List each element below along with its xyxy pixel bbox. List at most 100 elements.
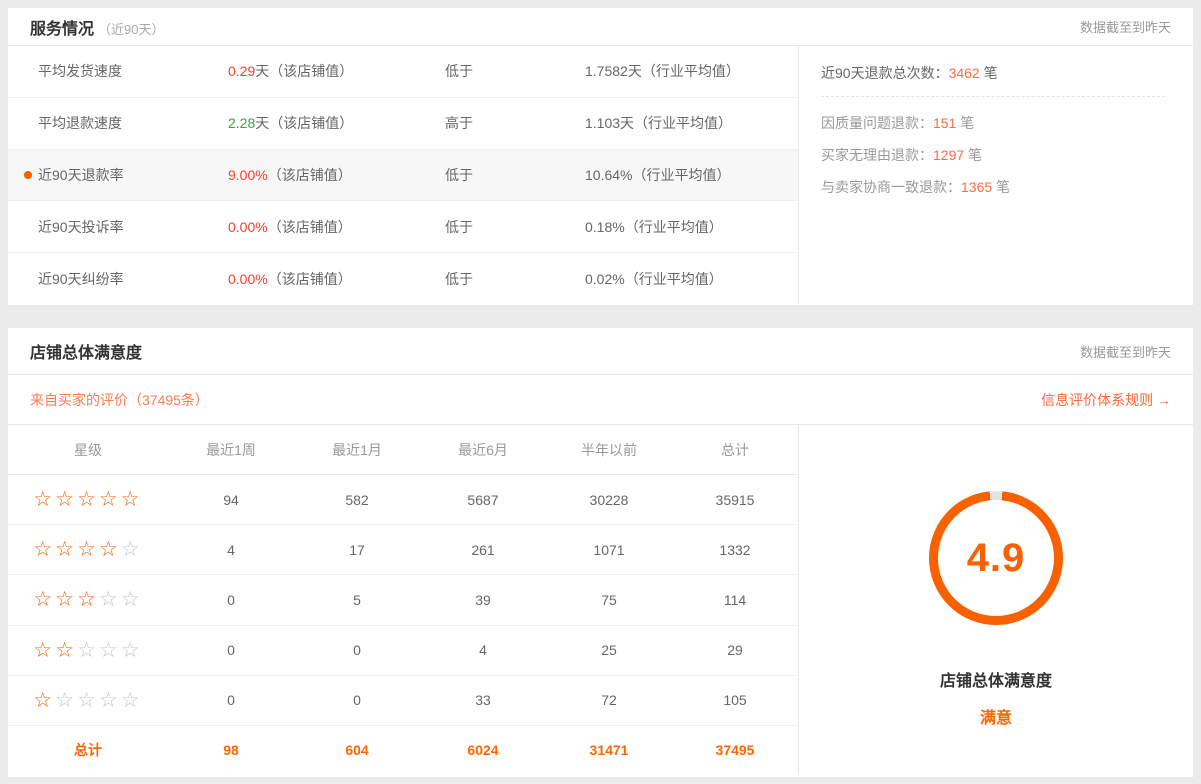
satisfaction-gauge-panel: 4.9 店铺总体满意度 满意 [798, 425, 1193, 775]
dashed-divider [821, 96, 1165, 97]
metric-comparison: 高于 [445, 113, 585, 133]
review-count: 39 [420, 592, 546, 608]
metric-label: 近90天投诉率 [38, 217, 228, 237]
review-count: 75 [546, 592, 672, 608]
satisfaction-score: 4.9 [967, 536, 1026, 581]
col-header-before-half-year: 半年以前 [546, 440, 672, 460]
metric-industry-value: 1.103天（行业平均值） [585, 113, 732, 133]
refund-item-value: 1297 [933, 147, 964, 163]
refund-item-value: 1365 [961, 179, 992, 195]
refund-item-label: 买家无理由退款： [821, 147, 933, 163]
refund-item-negotiated: 与卖家协商一致退款：1365 笔 [821, 177, 1165, 197]
review-count: 17 [294, 542, 420, 558]
metric-shop-value: 0.00% [228, 271, 268, 287]
review-count: 1071 [546, 542, 672, 558]
service-data-note: 数据截至到昨天 [1080, 17, 1171, 36]
review-count: 0 [168, 592, 294, 608]
review-row-3-star: ☆☆☆☆☆ 0 5 39 75 114 [8, 575, 798, 625]
service-section-title: 服务情况 [30, 21, 94, 38]
review-table: 星级 最近1周 最近1月 最近6月 半年以前 总计 ☆☆☆☆☆ 94 582 5… [8, 425, 798, 775]
review-count: 29 [672, 642, 798, 658]
star-rating-icon: ☆☆☆☆☆ [8, 489, 168, 510]
active-row-dot-icon [24, 171, 32, 179]
service-section-subtitle: （近90天） [98, 22, 164, 37]
review-count: 0 [168, 692, 294, 708]
refund-total: 近90天退款总次数：3462 笔 [821, 63, 1165, 83]
star-rating-icon: ☆☆☆☆☆ [8, 640, 168, 661]
reviews-band: 来自买家的评价（37495条） 信息评价体系规则 → [8, 375, 1193, 425]
metric-shop-value: 0.00% [228, 219, 268, 235]
service-title-group: 服务情况 （近90天） [30, 15, 164, 39]
review-count: 5 [294, 592, 420, 608]
review-count: 30228 [546, 492, 672, 508]
satisfaction-section-title: 店铺总体满意度 [30, 339, 142, 363]
metric-shop-suffix: 天（该店铺值） [255, 115, 353, 131]
service-section-header: 服务情况 （近90天） 数据截至到昨天 [8, 8, 1193, 46]
metric-row-complaint-rate[interactable]: 近90天投诉率 0.00%（该店铺值） 低于 0.18%（行业平均值） [8, 201, 798, 253]
buyer-reviews-count: 来自买家的评价（37495条） [30, 390, 209, 410]
review-count: 0 [168, 642, 294, 658]
review-count: 1332 [672, 542, 798, 558]
satisfaction-score-ring: 4.9 [929, 491, 1063, 625]
totals-count: 6024 [420, 742, 546, 758]
refund-total-label: 近90天退款总次数： [821, 65, 949, 81]
review-count: 582 [294, 492, 420, 508]
review-row-4-star: ☆☆☆☆☆ 4 17 261 1071 1332 [8, 525, 798, 575]
metric-industry-value: 0.18%（行业平均值） [585, 217, 723, 237]
review-count: 261 [420, 542, 546, 558]
metric-shop-value: 9.00% [228, 167, 268, 183]
refund-summary-panel: 近90天退款总次数：3462 笔 因质量问题退款：151 笔 买家无理由退款：1… [798, 46, 1193, 304]
metric-label: 近90天退款率 [38, 165, 228, 185]
totals-count: 37495 [672, 742, 798, 758]
metric-row-shipping-speed[interactable]: 平均发货速度 0.29天（该店铺值） 低于 1.7582天（行业平均值） [8, 46, 798, 98]
metric-industry-value: 10.64%（行业平均值） [585, 165, 730, 185]
refund-total-unit: 笔 [980, 65, 998, 81]
metric-shop-suffix: （该店铺值） [268, 271, 352, 287]
col-header-last-month: 最近1月 [294, 440, 420, 460]
metric-row-dispute-rate[interactable]: 近90天纠纷率 0.00%（该店铺值） 低于 0.02%（行业平均值） [8, 253, 798, 304]
star-rating-icon: ☆☆☆☆☆ [8, 690, 168, 711]
metric-industry-value: 1.7582天（行业平均值） [585, 61, 740, 81]
metric-row-refund-rate[interactable]: 近90天退款率 9.00%（该店铺值） 低于 10.64%（行业平均值） [8, 150, 798, 202]
refund-total-value: 3462 [949, 65, 980, 81]
totals-count: 31471 [546, 742, 672, 758]
rating-rules-link[interactable]: 信息评价体系规则 → [1041, 390, 1171, 410]
metric-shop-value: 0.29 [228, 63, 255, 79]
metric-comparison: 低于 [445, 269, 585, 289]
refund-item-label: 与卖家协商一致退款： [821, 179, 961, 195]
review-count: 0 [294, 692, 420, 708]
col-header-last-6-months: 最近6月 [420, 440, 546, 460]
satisfaction-status-badge: 满意 [980, 704, 1012, 728]
review-row-2-star: ☆☆☆☆☆ 0 0 4 25 29 [8, 626, 798, 676]
refund-item-quality: 因质量问题退款：151 笔 [821, 113, 1165, 133]
review-count: 0 [294, 642, 420, 658]
review-row-1-star: ☆☆☆☆☆ 0 0 33 72 105 [8, 676, 798, 726]
metric-shop-suffix: （该店铺值） [268, 219, 352, 235]
refund-item-unit: 笔 [992, 179, 1010, 195]
satisfaction-body: 星级 最近1周 最近1月 最近6月 半年以前 总计 ☆☆☆☆☆ 94 582 5… [8, 425, 1193, 775]
review-row-5-star: ☆☆☆☆☆ 94 582 5687 30228 35915 [8, 475, 798, 525]
review-count: 72 [546, 692, 672, 708]
metric-label: 近90天纠纷率 [38, 269, 228, 289]
review-count: 105 [672, 692, 798, 708]
service-body: 平均发货速度 0.29天（该店铺值） 低于 1.7582天（行业平均值） 平均退… [8, 46, 1193, 304]
review-totals-row: 总计 98 604 6024 31471 37495 [8, 726, 798, 775]
review-count: 4 [168, 542, 294, 558]
star-rating-icon: ☆☆☆☆☆ [8, 539, 168, 560]
service-metrics-table: 平均发货速度 0.29天（该店铺值） 低于 1.7582天（行业平均值） 平均退… [8, 46, 798, 304]
refund-item-value: 151 [933, 115, 956, 131]
refund-item-unit: 笔 [956, 115, 974, 131]
review-count: 33 [420, 692, 546, 708]
satisfaction-section: 店铺总体满意度 数据截至到昨天 来自买家的评价（37495条） 信息评价体系规则… [8, 328, 1193, 777]
satisfaction-data-note: 数据截至到昨天 [1080, 342, 1171, 361]
metric-shop-value: 2.28 [228, 115, 255, 131]
metric-comparison: 低于 [445, 165, 585, 185]
metric-label: 平均发货速度 [38, 61, 228, 81]
refund-item-unit: 笔 [964, 147, 982, 163]
review-table-header: 星级 最近1周 最近1月 最近6月 半年以前 总计 [8, 425, 798, 475]
review-count: 114 [672, 592, 798, 608]
metric-comparison: 低于 [445, 61, 585, 81]
metric-label: 平均退款速度 [38, 113, 228, 133]
metric-row-refund-speed[interactable]: 平均退款速度 2.28天（该店铺值） 高于 1.103天（行业平均值） [8, 98, 798, 150]
metric-comparison: 低于 [445, 217, 585, 237]
